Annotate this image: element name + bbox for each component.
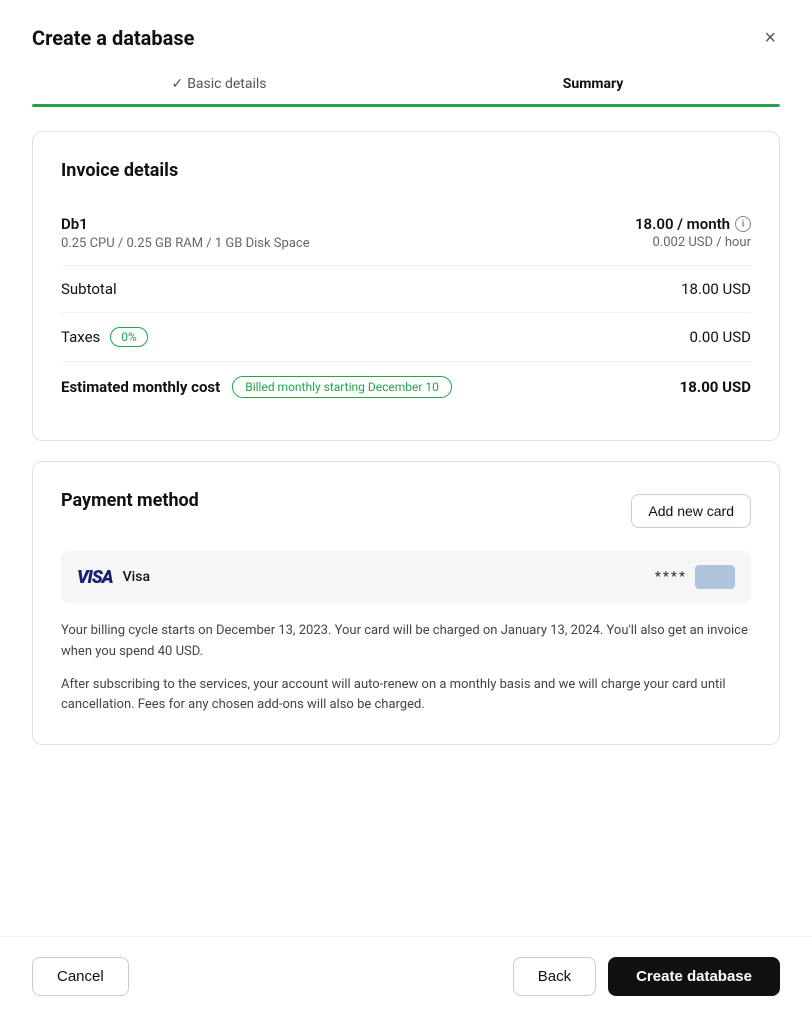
steps-bar: ✓Basic details Summary	[0, 68, 812, 104]
modal: Create a database × ✓Basic details Summa…	[0, 0, 812, 1024]
estimated-row: Estimated monthly cost Billed monthly st…	[61, 362, 751, 412]
create-database-button[interactable]: Create database	[608, 957, 780, 996]
add-new-card-button[interactable]: Add new card	[631, 494, 751, 528]
taxes-badge: 0%	[110, 327, 148, 347]
invoice-section-title: Invoice details	[61, 160, 751, 181]
visa-row: VISA Visa ****	[61, 551, 751, 603]
visa-right: ****	[655, 565, 735, 589]
modal-body: Invoice details Db1 0.25 CPU / 0.25 GB R…	[0, 107, 812, 936]
cancel-button[interactable]: Cancel	[32, 957, 129, 996]
invoice-db-right: 18.00 / month i 0.002 USD / hour	[635, 215, 751, 250]
invoice-card: Invoice details Db1 0.25 CPU / 0.25 GB R…	[32, 131, 780, 441]
taxes-label: Taxes	[61, 328, 100, 346]
visa-logo: VISA	[77, 567, 113, 588]
price-hour: 0.002 USD / hour	[652, 235, 751, 250]
modal-header: Create a database ×	[0, 0, 812, 68]
price-month: 18.00 / month i	[635, 215, 751, 233]
step2-label: Summary	[563, 76, 624, 92]
step-summary: Summary	[406, 76, 780, 104]
modal-title: Create a database	[32, 26, 194, 50]
invoice-db-left: Db1 0.25 CPU / 0.25 GB RAM / 1 GB Disk S…	[61, 215, 310, 251]
step-check-icon: ✓	[171, 76, 183, 92]
estimated-value: 18.00 USD	[680, 378, 751, 396]
footer-left: Cancel	[32, 957, 129, 996]
step-basic-details: ✓Basic details	[32, 76, 406, 104]
billed-badge: Billed monthly starting December 10	[232, 376, 452, 398]
db-specs: 0.25 CPU / 0.25 GB RAM / 1 GB Disk Space	[61, 236, 310, 251]
subtotal-value: 18.00 USD	[681, 280, 751, 298]
payment-section-title: Payment method	[61, 490, 199, 511]
visa-left: VISA Visa	[77, 567, 150, 588]
back-button[interactable]: Back	[513, 957, 596, 996]
taxes-left: Taxes 0%	[61, 327, 148, 347]
subtotal-label: Subtotal	[61, 280, 117, 298]
subtotal-row: Subtotal 18.00 USD	[61, 266, 751, 313]
taxes-row: Taxes 0% 0.00 USD	[61, 313, 751, 362]
step1-label: Basic details	[187, 76, 266, 92]
modal-footer: Cancel Back Create database	[0, 936, 812, 1024]
payment-header: Payment method Add new card	[61, 490, 751, 531]
estimated-left: Estimated monthly cost Billed monthly st…	[61, 376, 452, 398]
visa-text: Visa	[123, 569, 150, 585]
estimated-label: Estimated monthly cost	[61, 378, 220, 396]
card-dots: ****	[655, 569, 687, 585]
invoice-db-row: Db1 0.25 CPU / 0.25 GB RAM / 1 GB Disk S…	[61, 201, 751, 266]
close-button[interactable]: ×	[760, 24, 780, 52]
payment-card: Payment method Add new card VISA Visa **…	[32, 461, 780, 745]
footer-right: Back Create database	[513, 957, 780, 996]
auto-renew-info: After subscribing to the services, your …	[61, 675, 751, 717]
db-name: Db1	[61, 215, 310, 233]
billing-info: Your billing cycle starts on December 13…	[61, 621, 751, 663]
taxes-value: 0.00 USD	[690, 328, 751, 346]
price-info-icon[interactable]: i	[735, 216, 751, 232]
card-last4-block	[695, 565, 735, 589]
